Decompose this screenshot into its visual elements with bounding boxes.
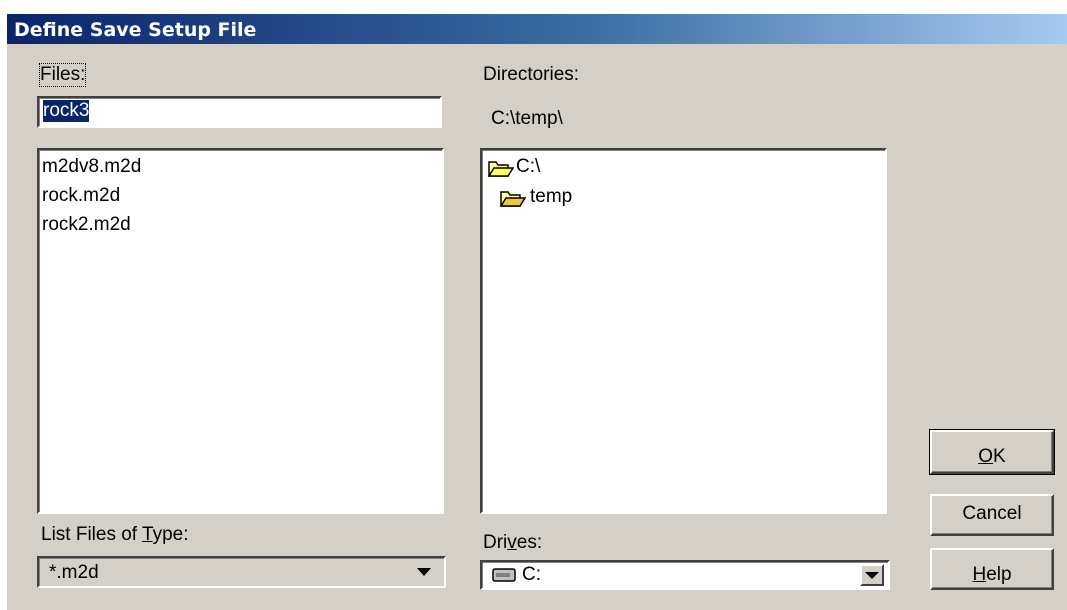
file-type-label: List Files of Type: — [41, 524, 189, 545]
drive-icon — [492, 568, 516, 582]
drives-select[interactable]: C: — [480, 560, 890, 590]
chevron-down-icon[interactable] — [417, 568, 431, 576]
current-directory: C:\temp\ — [491, 108, 563, 129]
chevron-down-icon — [865, 572, 879, 579]
cancel-button[interactable]: Cancel — [930, 494, 1054, 536]
files-list[interactable]: m2dv8.m2d rock.m2d rock2.m2d — [37, 148, 444, 514]
drives-dropdown-button[interactable] — [860, 564, 884, 586]
file-type-select[interactable]: *.m2d — [37, 556, 446, 588]
file-name-value: rock3 — [43, 100, 90, 122]
drives-label: Drives: — [483, 532, 543, 553]
tree-item-label: temp — [530, 186, 573, 207]
file-type-value: *.m2d — [49, 562, 99, 583]
tree-item-label: C:\ — [516, 156, 541, 177]
directories-tree[interactable]: C:\ temp — [480, 148, 887, 514]
drives-value: C: — [522, 564, 541, 585]
ok-button[interactable]: OK — [929, 429, 1055, 475]
list-item[interactable]: rock.m2d — [42, 185, 120, 207]
open-folder-icon — [488, 161, 514, 177]
list-item[interactable]: rock2.m2d — [42, 214, 131, 236]
list-item[interactable]: m2dv8.m2d — [42, 156, 141, 178]
help-button[interactable]: Help — [930, 548, 1054, 590]
files-label: Files: — [38, 63, 87, 87]
file-name-input[interactable]: rock3 — [37, 96, 442, 128]
title-bar[interactable]: Define Save Setup File — [7, 14, 1067, 44]
dialog-title: Define Save Setup File — [14, 19, 257, 41]
directories-label: Directories: — [483, 64, 580, 85]
open-folder-icon — [500, 191, 526, 207]
save-setup-dialog: Define Save Setup File Files: rock3 m2dv… — [7, 14, 1067, 610]
